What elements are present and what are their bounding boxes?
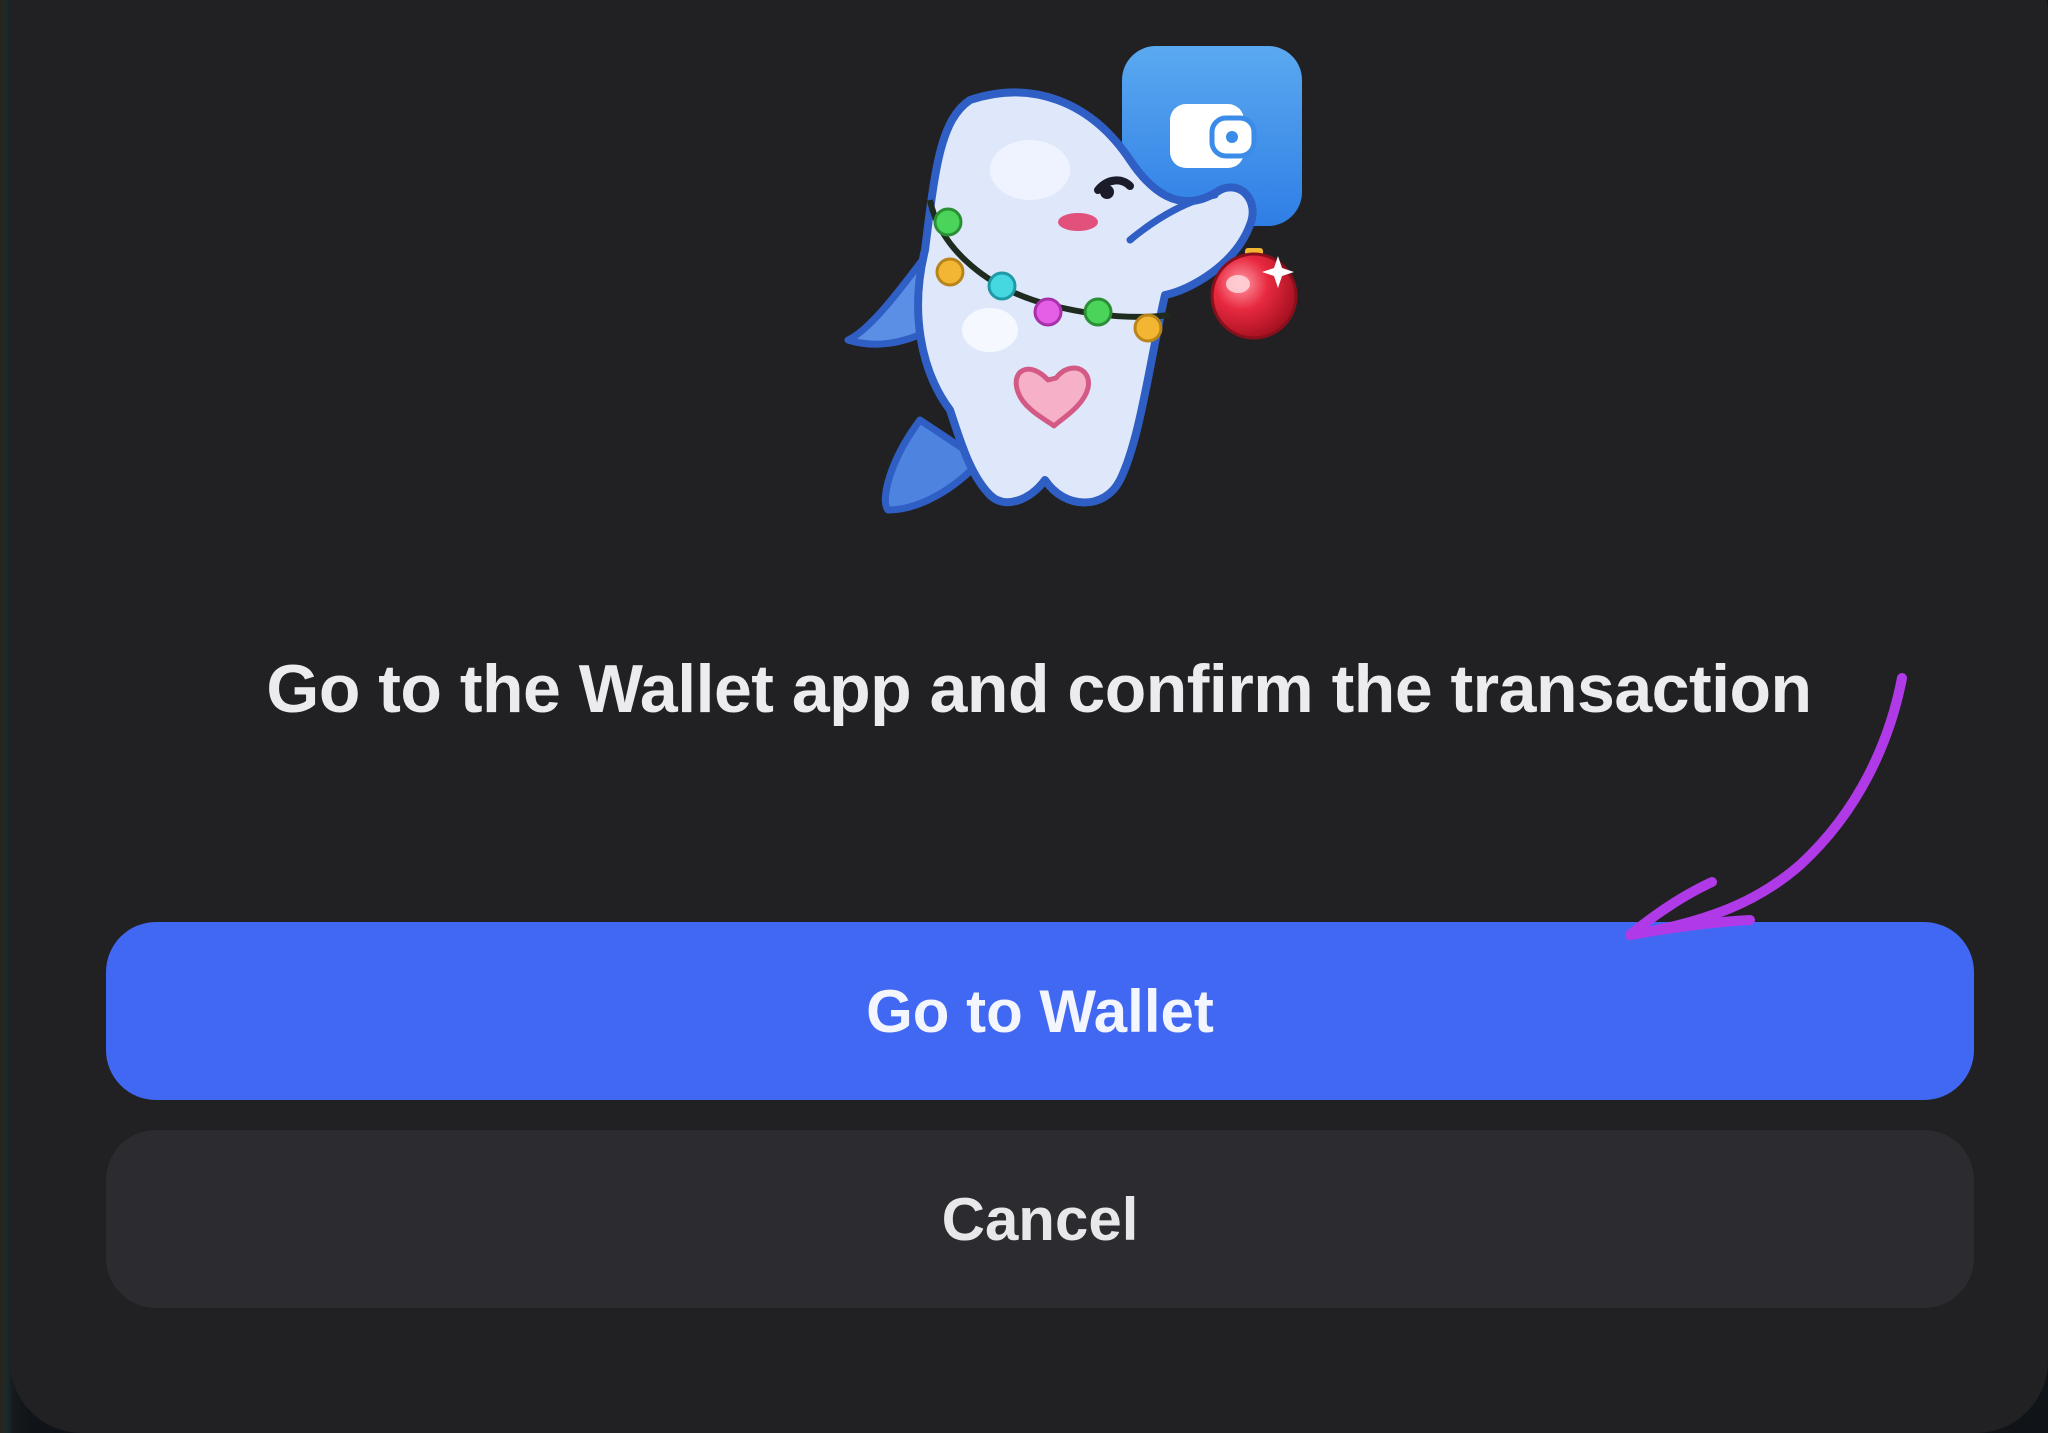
cancel-button[interactable]: Cancel [106, 1130, 1974, 1308]
go-to-wallet-label: Go to Wallet [866, 977, 1214, 1045]
whale-mascot-holding-wallet-icon [844, 46, 1302, 514]
curved-arrow-icon [1625, 673, 1907, 940]
cancel-label: Cancel [941, 1185, 1139, 1253]
